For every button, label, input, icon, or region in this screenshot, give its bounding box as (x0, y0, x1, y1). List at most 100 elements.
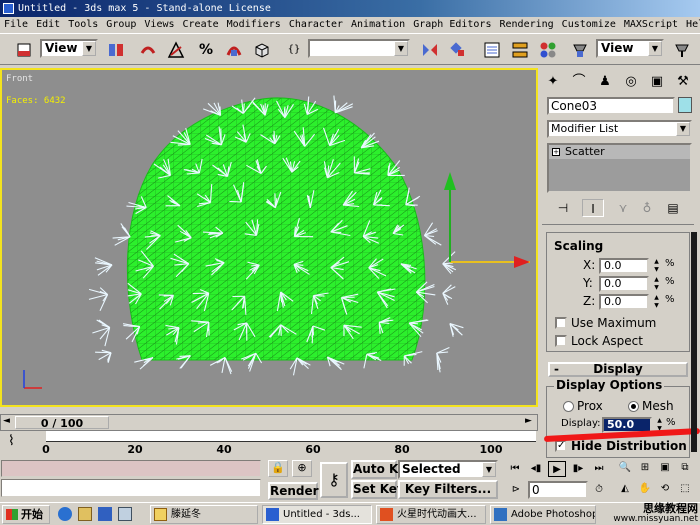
chevron-left-icon[interactable]: ◄ (3, 416, 10, 426)
task-photoshop[interactable]: Adobe Photoshop (490, 505, 596, 524)
render-scene-icon[interactable] (568, 38, 592, 61)
material-editor-icon[interactable] (536, 38, 560, 61)
stack-item-scatter[interactable]: + Scatter (549, 145, 690, 159)
lock-aspect-checkbox[interactable] (555, 335, 567, 347)
menu-group[interactable]: Group (102, 17, 140, 33)
ie-icon[interactable] (58, 507, 72, 521)
menu-graph-editors[interactable]: Graph Editors (409, 17, 495, 33)
menu-create[interactable]: Create (179, 17, 223, 33)
track-view-icon[interactable] (480, 38, 504, 61)
zoom-icon[interactable]: 🔍 (616, 460, 634, 476)
motion-tab-icon[interactable]: ◎ (620, 71, 642, 93)
pan-icon[interactable]: ✋ (636, 481, 654, 497)
next-frame-icon[interactable]: ▮▸ (569, 461, 587, 477)
current-frame-field[interactable]: 0 (528, 481, 588, 499)
task-folder[interactable]: 滕延冬 (150, 505, 258, 524)
front-viewport[interactable]: Front Faces: 6432 (0, 68, 538, 407)
reference-coord-dropdown[interactable]: View ▼ (40, 39, 98, 58)
box-icon[interactable] (250, 38, 274, 61)
zoom-all-icon[interactable]: ⊞ (636, 460, 654, 476)
menu-edit[interactable]: Edit (32, 17, 64, 33)
spinner-icon[interactable]: ▲ ▼ (652, 258, 661, 274)
display-tab-icon[interactable]: ▣ (646, 71, 668, 93)
pivot-icon[interactable] (104, 38, 128, 61)
track-ruler[interactable] (46, 431, 536, 442)
arc-rotate-icon[interactable]: ⟲ (656, 481, 674, 497)
key-filters-button[interactable]: Key Filters... (398, 480, 498, 499)
zoom-extents-icon[interactable]: ▣ (656, 460, 674, 476)
render-type-dropdown[interactable]: View ▼ (596, 39, 664, 58)
start-button[interactable]: 开始 (2, 505, 50, 524)
mirror-icon[interactable] (418, 38, 442, 61)
track-bar[interactable]: ⌇ 0 20 40 60 80 100 (0, 431, 538, 458)
configure-sets-icon[interactable]: ▤ (662, 199, 684, 217)
auto-key-button[interactable]: Auto Key (351, 460, 414, 479)
quick-render-icon[interactable] (670, 38, 694, 61)
modifier-list-dropdown[interactable]: Modifier List ▼ (547, 120, 692, 138)
pin-stack-icon[interactable]: ⊣ (552, 199, 574, 217)
spinner-snap-icon[interactable] (222, 38, 246, 61)
field-of-view-icon[interactable]: ◭ (616, 481, 634, 497)
scale-y-field[interactable]: 0.0 (599, 276, 649, 292)
select-object-icon[interactable] (12, 38, 36, 61)
modify-tab-icon[interactable]: ⌒ (568, 71, 590, 93)
named-selection-icon[interactable]: {} (282, 38, 306, 61)
go-to-start-icon[interactable]: ⏮ (506, 461, 524, 477)
maximize-viewport-icon[interactable]: ⬚ (676, 481, 694, 497)
absolute-mode-icon[interactable]: ⊕ (292, 460, 312, 477)
lock-selection-icon[interactable]: 🔒 (268, 460, 288, 477)
named-selection-dropdown[interactable]: ▼ (308, 39, 410, 58)
task-3dsmax[interactable]: Untitled - 3ds... (262, 505, 372, 524)
menu-tools[interactable]: Tools (64, 17, 102, 33)
create-tab-icon[interactable]: ✦ (542, 71, 564, 93)
show-end-result-icon[interactable]: Ⅰ (582, 199, 604, 217)
key-mode-dropdown[interactable]: Selected ▼ (398, 460, 498, 479)
media-icon[interactable] (118, 507, 132, 521)
proxy-radio[interactable] (563, 401, 574, 412)
outlook-icon[interactable] (78, 507, 92, 521)
scale-x-field[interactable]: 0.0 (599, 258, 649, 274)
menu-rendering[interactable]: Rendering (495, 17, 557, 33)
menu-file[interactable]: File (0, 17, 32, 33)
time-slider-thumb[interactable]: 0 / 100 (15, 416, 109, 430)
previous-frame-icon[interactable]: ◂▮ (527, 461, 545, 477)
key-mode-toggle-icon[interactable]: ⊳ (507, 482, 525, 498)
use-maximum-checkbox[interactable] (555, 317, 567, 329)
menu-character[interactable]: Character (285, 17, 347, 33)
scale-z-field[interactable]: 0.0 (599, 294, 649, 310)
time-config-icon[interactable]: ⏱ (590, 482, 608, 498)
object-name-field[interactable]: Cone03 (547, 97, 675, 115)
select-and-link-icon[interactable] (136, 38, 160, 61)
utilities-tab-icon[interactable]: ⚒ (672, 71, 694, 93)
zoom-extents-all-icon[interactable]: ⧉ (676, 460, 694, 476)
chevron-right-icon[interactable]: ► (525, 416, 532, 426)
status-prompt[interactable] (1, 479, 261, 497)
spinner-icon[interactable]: ▲ ▼ (652, 276, 661, 292)
menu-animation[interactable]: Animation (347, 17, 409, 33)
maxscript-listener[interactable] (1, 460, 261, 477)
menu-maxscript[interactable]: MAXScript (620, 17, 682, 33)
mesh-radio[interactable] (628, 401, 639, 412)
task-browser[interactable]: 火星时代动画大... (376, 505, 486, 524)
angle-snap-icon[interactable] (164, 38, 188, 61)
display-rollout-header[interactable]: - Display (548, 362, 688, 377)
render-button[interactable]: Render (268, 482, 319, 500)
align-icon[interactable] (446, 38, 470, 61)
menu-customize[interactable]: Customize (558, 17, 620, 33)
schematic-view-icon[interactable] (508, 38, 532, 61)
panel-scrollbar[interactable] (691, 232, 697, 452)
desktop-icon[interactable] (98, 507, 112, 521)
menu-views[interactable]: Views (140, 17, 178, 33)
make-unique-icon[interactable]: ⋎ (612, 199, 634, 217)
time-slider[interactable]: 0 / 100 ◄ ► (0, 414, 538, 431)
go-to-end-icon[interactable]: ⏭ (590, 461, 608, 477)
set-key-icon[interactable]: ⚷ (320, 462, 348, 498)
percent-snap-icon[interactable]: % (194, 38, 218, 61)
object-color-swatch[interactable] (678, 97, 692, 113)
menu-help[interactable]: Help (682, 17, 700, 33)
set-key-button[interactable]: Set Key (351, 480, 405, 499)
menu-modifiers[interactable]: Modifiers (223, 17, 285, 33)
expand-toggle-icon[interactable]: + (552, 148, 560, 156)
spinner-icon[interactable]: ▲ ▼ (652, 294, 661, 310)
mini-curve-editor-icon[interactable]: ⌇ (8, 433, 30, 453)
